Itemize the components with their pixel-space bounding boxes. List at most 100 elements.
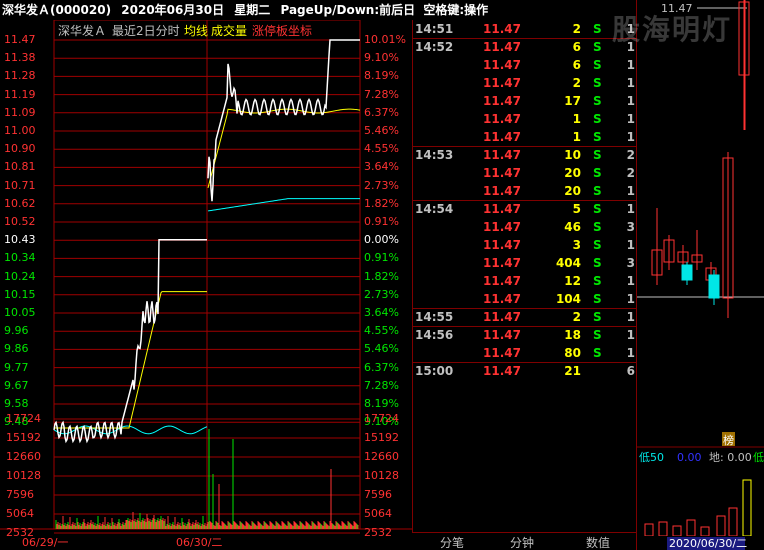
tick-side: S: [593, 22, 602, 36]
volume-tick: 10128: [6, 469, 41, 482]
tick-price: 11.47: [483, 184, 521, 198]
weekday-title: 星期二: [234, 3, 271, 17]
watermark: 股海明灯: [612, 13, 733, 46]
tab-fenzhong[interactable]: 分钟: [510, 534, 534, 550]
stock-title: 深华发Ａ(000020): [2, 3, 112, 17]
tab-fenbi[interactable]: 分笔: [440, 534, 464, 550]
tick-row[interactable]: 14:54 11.47 5 S 1: [413, 200, 637, 218]
price-tick: 10.52: [4, 215, 36, 228]
pct-tick: 5.46%: [364, 124, 399, 137]
tick-side: S: [593, 148, 602, 162]
pct-tick: 2.73%: [364, 178, 399, 192]
tick-time: 15:00: [415, 364, 454, 378]
pct-tick: 10.01%: [364, 33, 406, 46]
tick-row[interactable]: 14:53 11.47 10 S 2: [413, 146, 637, 164]
indicator-name: 低50: [639, 451, 664, 464]
price-tick: 10.90: [4, 142, 36, 156]
tick-n: 1: [626, 238, 635, 252]
tick-vol: 46: [564, 220, 581, 234]
chart-stock: 深华发Ａ: [58, 24, 107, 38]
tick-price: 11.47: [483, 310, 521, 324]
tick-vol: 2: [572, 76, 581, 90]
volume-tick-right: 2532: [364, 526, 392, 539]
tick-side: S: [593, 40, 602, 54]
tick-price: 11.47: [483, 76, 521, 90]
price-tick: 10.15: [4, 287, 36, 301]
tick-row[interactable]: 11.47 20 S 1: [413, 182, 637, 200]
tick-row[interactable]: 11.47 2 S 1: [413, 74, 637, 92]
tick-row[interactable]: 11.47 3 S 1: [413, 236, 637, 254]
tick-row[interactable]: 11.47 6 S 1: [413, 56, 637, 74]
tick-row[interactable]: 11.47 46 S 3: [413, 218, 637, 236]
tick-row[interactable]: 11.47 104 S 1: [413, 290, 637, 308]
page-hint: PageUp/Down:前后日: [280, 3, 416, 17]
tick-separator: [413, 308, 637, 309]
pct-tick: 4.55%: [364, 142, 399, 156]
tab-shuzhi[interactable]: 数值: [586, 534, 610, 550]
tick-price: 11.47: [483, 256, 521, 270]
kline-canvas: 11.47榜低50 0.00 地: 0.00 低2020/06/30/二: [637, 0, 764, 550]
tick-row[interactable]: 15:00 11.47 21 6: [413, 362, 637, 380]
tick-row[interactable]: 14:51 11.47 2 S 1: [413, 20, 637, 38]
price-tick: 11.19: [4, 87, 36, 101]
intraday-chart[interactable]: 深华发Ａ 最近2日分时 均线 成交量 涨停板坐标 11.47 11.38 11.28…: [0, 20, 412, 550]
day2-ref-line: [207, 198, 360, 212]
tick-row[interactable]: 11.47 17 S 1: [413, 92, 637, 110]
volume-bar-k: [700, 526, 710, 537]
kline-panel[interactable]: 11.47 榜低50 0.00 地: 0.00 低 2020/06/30/二: [636, 0, 764, 550]
candle-body: [708, 274, 720, 299]
pct-tick: 2.73%: [364, 287, 399, 301]
tick-row[interactable]: 14:56 11.47 18 S 1: [413, 326, 637, 344]
vol-legend[interactable]: 成交量: [211, 22, 247, 39]
tick-price: 11.47: [483, 112, 521, 126]
tick-price: 11.47: [483, 94, 521, 108]
tick-row[interactable]: 11.47 1 S 1: [413, 128, 637, 146]
tick-vol: 21: [564, 364, 581, 378]
volume-bar-k: [742, 479, 752, 537]
tick-row[interactable]: 11.47 20 S 2: [413, 164, 637, 182]
tick-row[interactable]: 11.47 404 S 3: [413, 254, 637, 272]
tick-vol: 10: [564, 148, 581, 162]
price-tick: 11.28: [4, 69, 36, 83]
tick-side: S: [593, 346, 602, 360]
tick-row[interactable]: 11.47 12 S 1: [413, 272, 637, 290]
volume-bar-k: [686, 519, 696, 537]
tick-n: 1: [626, 130, 635, 144]
candle-body: [681, 264, 693, 281]
tick-price: 11.47: [483, 166, 521, 180]
pct-tick: 1.82%: [364, 196, 399, 210]
date-label-2: 06/30/二: [176, 536, 223, 549]
pct-tick: 3.64%: [364, 160, 399, 174]
tick-n: 1: [626, 58, 635, 72]
tick-side: S: [593, 292, 602, 306]
tick-row[interactable]: 14:52 11.47 6 S 1: [413, 38, 637, 56]
tick-side: S: [593, 184, 602, 198]
tick-side: S: [593, 202, 602, 216]
tick-side: S: [593, 310, 602, 324]
tick-row[interactable]: 14:55 11.47 2 S 1: [413, 308, 637, 326]
tick-time: 14:52: [415, 40, 454, 54]
price-tick: 11.00: [4, 124, 36, 137]
pct-tick: 8.19%: [364, 69, 399, 83]
tick-n: 2: [626, 148, 635, 162]
tick-n: 1: [626, 328, 635, 342]
price-tick: 9.67: [4, 378, 29, 392]
volume-tick-right: 17724: [364, 412, 399, 425]
pct-tick: 6.37%: [364, 360, 399, 374]
price-tick: 10.71: [4, 178, 36, 192]
volume-bar-k: [644, 523, 654, 537]
tick-list[interactable]: 14:51 11.47 2 S 1 14:52 11.47 6 S 1 11.47 6 S 1 11.47 2…: [412, 20, 637, 532]
tick-row[interactable]: 11.47 80 S 1: [413, 344, 637, 362]
tick-row[interactable]: 11.47 1 S 1: [413, 110, 637, 128]
day2-avg-line: [207, 108, 361, 189]
pct-tick: 0.00%: [364, 233, 399, 247]
tick-vol: 404: [555, 256, 581, 270]
bang-label: 榜: [723, 433, 734, 447]
tick-vol: 17: [564, 94, 581, 108]
avg-legend[interactable]: 均线: [184, 22, 208, 39]
tick-n: 1: [626, 94, 635, 108]
pct-tick: 6.37%: [364, 105, 399, 119]
tick-vol: 20: [564, 184, 581, 198]
limit-legend[interactable]: 涨停板坐标: [252, 22, 312, 39]
tick-n: 3: [626, 256, 635, 270]
